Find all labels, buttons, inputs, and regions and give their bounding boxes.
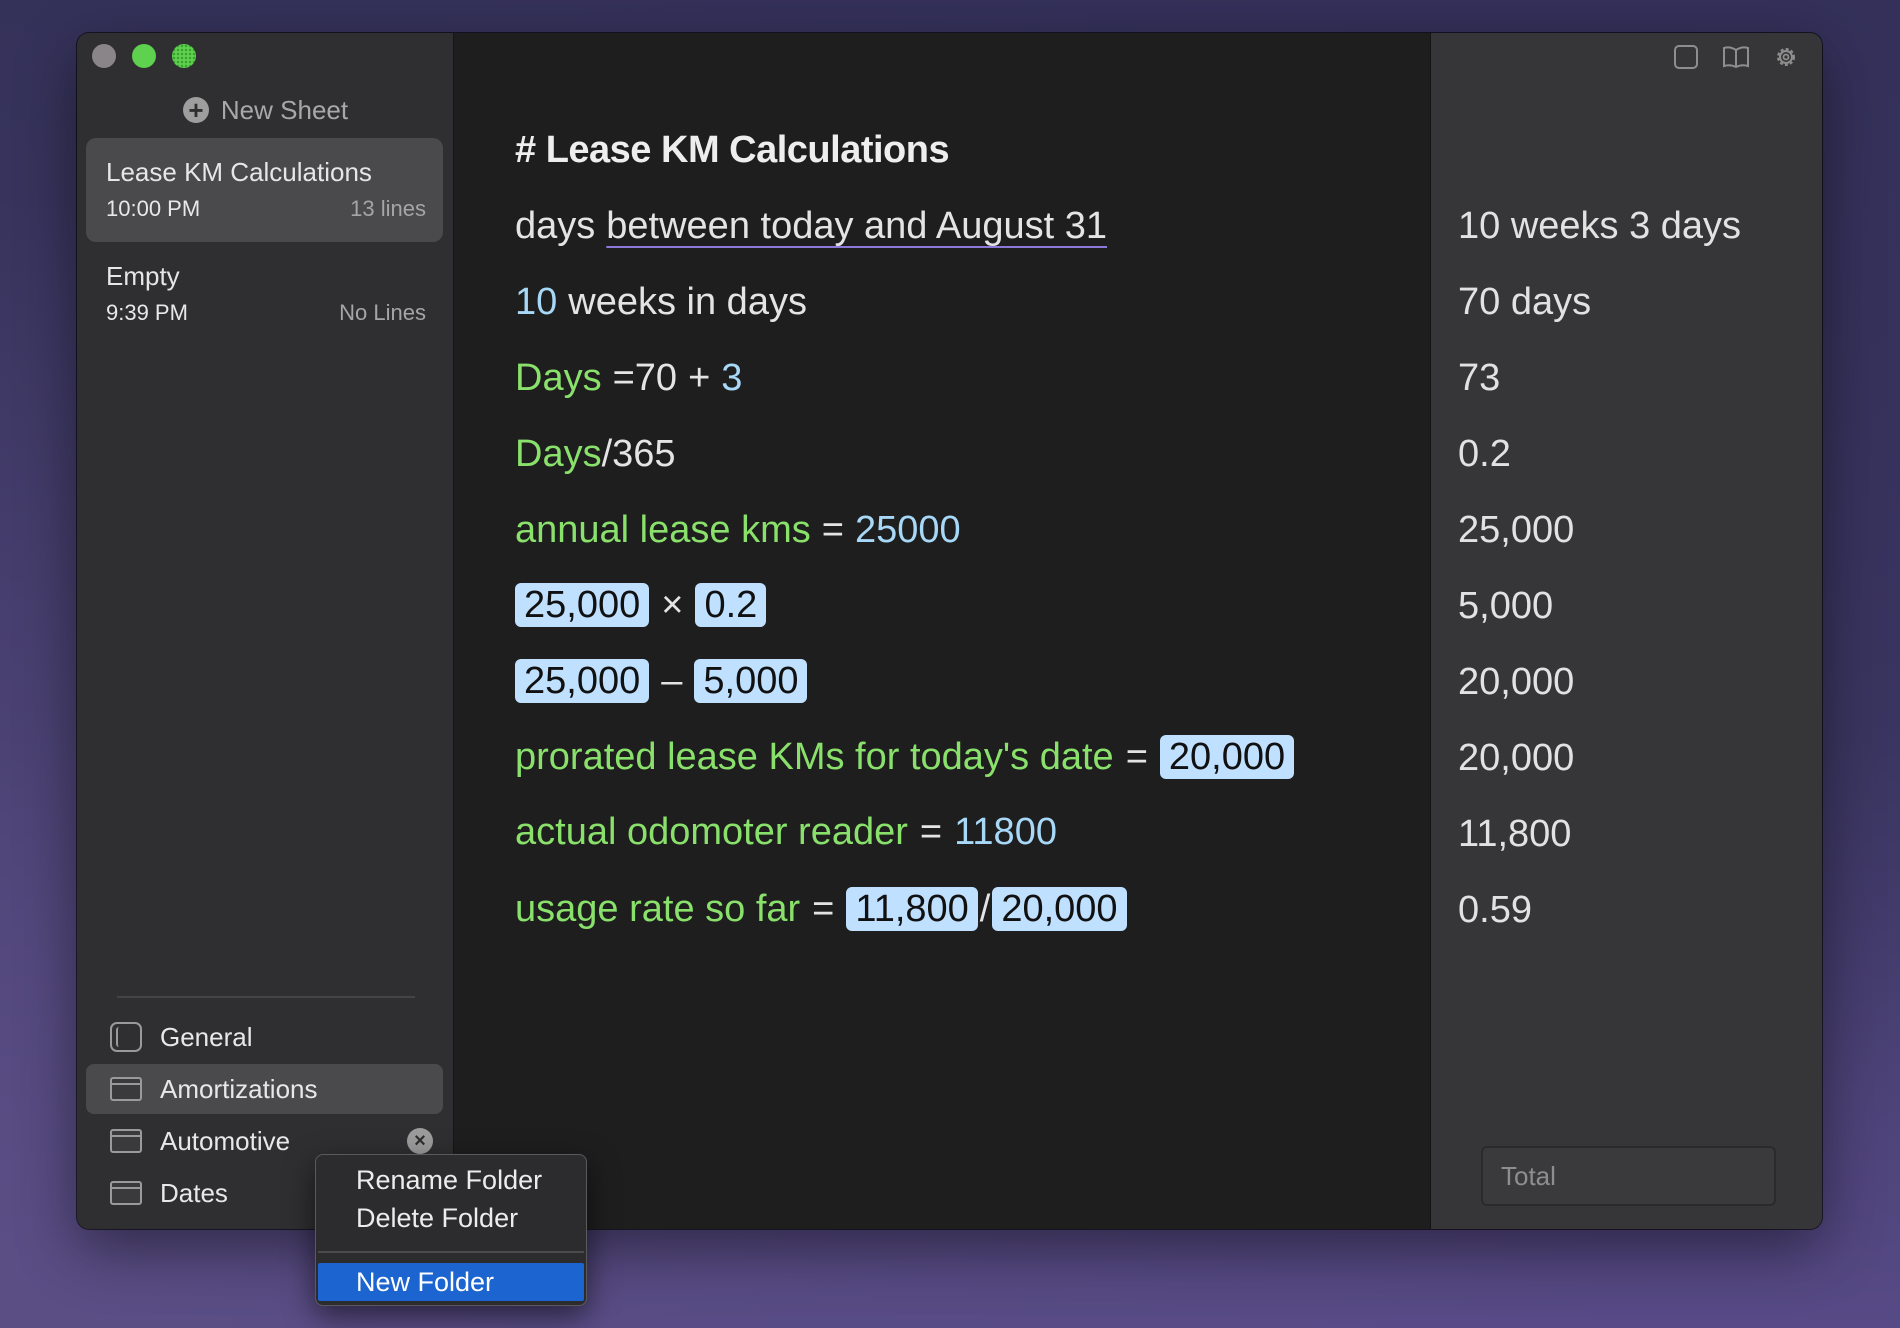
folder-label: General (160, 1021, 253, 1052)
folder-icon (110, 1181, 142, 1205)
reference-chip[interactable]: 20,000 (992, 887, 1127, 931)
editor-line-8[interactable]: prorated lease KMs for today's date = 20… (515, 735, 1295, 779)
folder-label: Automotive (160, 1125, 291, 1156)
result-line-7: 20,000 (1458, 661, 1575, 703)
menu-separator (318, 1251, 584, 1253)
close-window-button[interactable] (92, 44, 116, 68)
operator-token: = (612, 357, 635, 399)
editor-line-2[interactable]: 10 weeks in days (515, 281, 807, 324)
total-field[interactable]: Total (1481, 1146, 1776, 1206)
editor-line-10[interactable]: usage rate so far = 11,800 / 20,000 (515, 887, 1127, 931)
reference-chip[interactable]: 25,000 (515, 659, 650, 703)
editor-line-3[interactable]: Days = 70 + 3 (515, 357, 742, 400)
sheet-time: 10:00 PM (106, 196, 201, 221)
toggle-sidebar-button[interactable] (1672, 43, 1700, 71)
operator-token: × (661, 583, 684, 626)
new-folder-menu-item[interactable]: New Folder (318, 1263, 584, 1301)
reference-chip[interactable]: 11,800 (846, 887, 978, 931)
sheet-line-count: 13 lines (350, 196, 426, 221)
result-line-6: 5,000 (1458, 585, 1554, 627)
help-book-button[interactable] (1722, 43, 1750, 71)
text-token: days (515, 205, 596, 247)
result-line-4: 0.2 (1458, 433, 1511, 475)
total-placeholder: Total (1501, 1160, 1556, 1191)
sheet-line-count: No Lines (339, 300, 426, 325)
variable-token: actual odomoter reader (515, 811, 908, 853)
reference-chip[interactable]: 20,000 (1159, 735, 1295, 779)
folder-context-menu: Rename Folder Delete Folder New Folder (315, 1154, 587, 1306)
book-icon (1723, 46, 1749, 69)
minimize-window-button[interactable] (132, 44, 156, 68)
folder-icon (110, 1077, 142, 1101)
operator-token: = (812, 887, 835, 930)
sheet-time: 9:39 PM (106, 300, 188, 325)
operator-token: – (661, 659, 683, 702)
number-token: 10 (515, 281, 558, 323)
number-token: 3 (721, 357, 743, 399)
window-controls (92, 44, 196, 68)
sheet-item-lease-km[interactable]: Lease KM Calculations 10:00 PM 13 lines (86, 138, 443, 242)
toolbar (1672, 43, 1800, 71)
operator-token: = (1125, 735, 1148, 778)
result-line-1: 10 weeks 3 days (1458, 205, 1742, 247)
result-line-5: 25,000 (1458, 509, 1575, 551)
variable-token: Days (515, 357, 602, 399)
variable-token: annual lease kms (515, 509, 811, 551)
gear-icon (1777, 48, 1795, 66)
result-line-9: 11,800 (1458, 813, 1572, 855)
editor-line-7[interactable]: 25,000 – 5,000 (515, 659, 808, 703)
editor-line-5[interactable]: annual lease kms = 25000 (515, 509, 961, 552)
sidebar-divider (117, 996, 415, 998)
reference-chip[interactable]: 25,000 (515, 583, 650, 627)
folder-icon (110, 1129, 142, 1153)
variable-token: Days (515, 433, 602, 475)
number-token: 25000 (854, 509, 961, 551)
results-panel: 10 weeks 3 days 70 days 73 0.2 25,000 5,… (1430, 33, 1822, 1229)
rename-folder-menu-item[interactable]: Rename Folder (316, 1161, 586, 1199)
sidebar: + New Sheet Lease KM Calculations 10:00 … (77, 33, 454, 1229)
new-sheet-label: New Sheet (220, 94, 349, 125)
sheet-heading[interactable]: # Lease KM Calculations (515, 129, 950, 172)
folder-item-general[interactable]: General (86, 1012, 443, 1062)
folder-label: Dates (160, 1177, 228, 1208)
reference-chip[interactable]: 0.2 (695, 583, 767, 627)
sheet-title: Lease KM Calculations (106, 157, 372, 187)
number-token: 70 (634, 357, 678, 399)
editor-line-4[interactable]: Days /365 (515, 433, 676, 476)
sheet-editor[interactable]: # Lease KM Calculations days between tod… (454, 33, 1430, 1229)
zoom-window-button[interactable] (172, 44, 196, 68)
date-expression: between today and August 31 (606, 205, 1108, 247)
sidebar-square-icon (1674, 45, 1698, 69)
text-token: weeks in days (568, 281, 807, 323)
new-sheet-button[interactable]: + New Sheet (77, 91, 454, 129)
number-token: 11800 (954, 811, 1057, 853)
operator-token: = (919, 811, 943, 853)
remove-folder-icon[interactable]: × (407, 1128, 433, 1154)
reference-chip[interactable]: 5,000 (694, 659, 808, 703)
folder-label: Amortizations (160, 1073, 318, 1104)
operator-token: / (979, 887, 991, 930)
general-library-icon (110, 1022, 142, 1052)
delete-folder-menu-item[interactable]: Delete Folder (316, 1199, 586, 1237)
plus-circle-icon: + (182, 97, 209, 123)
result-line-8: 20,000 (1458, 737, 1575, 779)
result-line-3: 73 (1458, 357, 1501, 399)
editor-line-9[interactable]: actual odomoter reader = 11800 (515, 811, 1057, 854)
variable-token: usage rate so far (515, 887, 801, 930)
operator-token: + (688, 357, 711, 399)
folder-item-amortizations[interactable]: Amortizations (86, 1064, 443, 1114)
editor-line-1[interactable]: days between today and August 31 (515, 205, 1107, 248)
variable-token: prorated lease KMs for today's date (515, 735, 1114, 778)
sheet-item-empty[interactable]: Empty 9:39 PM No Lines (86, 242, 443, 346)
operator-token: = (821, 509, 844, 551)
editor-line-6[interactable]: 25,000 × 0.2 (515, 583, 767, 627)
result-line-2: 70 days (1458, 281, 1592, 323)
result-line-10: 0.59 (1458, 889, 1532, 931)
settings-button[interactable] (1772, 43, 1800, 71)
app-window: + New Sheet Lease KM Calculations 10:00 … (77, 33, 1822, 1229)
text-token: /365 (601, 433, 676, 475)
sheet-title: Empty (106, 261, 180, 291)
